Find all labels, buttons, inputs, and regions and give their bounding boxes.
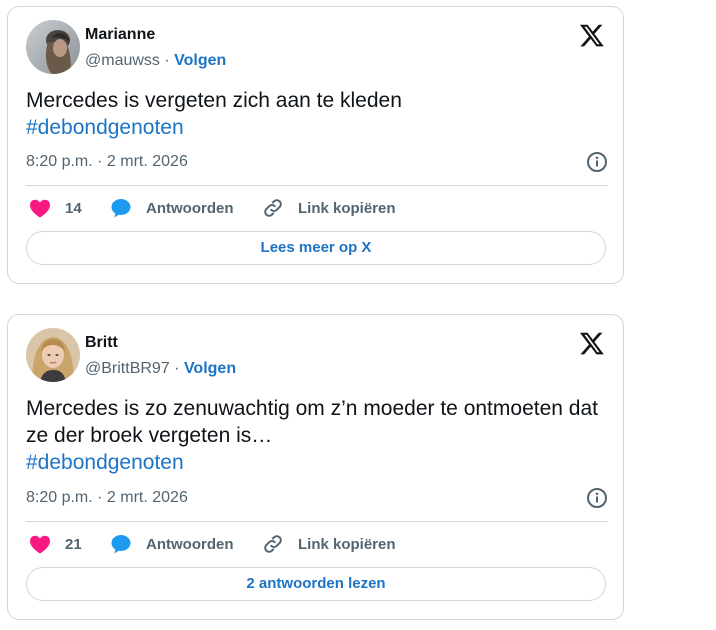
tweet-body: Mercedes is vergeten zich aan te kleden (26, 89, 402, 112)
like-count: 14 (65, 199, 82, 217)
reply-button[interactable]: Antwoorden (109, 195, 234, 221)
timestamp-link[interactable]: 8:20 p.m. · 2 mrt. 2026 (26, 489, 188, 507)
reply-label: Antwoorden (146, 199, 234, 217)
info-icon[interactable] (586, 487, 608, 509)
reply-button[interactable]: Antwoorden (109, 531, 234, 557)
action-bar: 21 Antwoorden Link kopiëren (26, 531, 608, 557)
tweet-body: Mercedes is zo zenuwachtig om z’n moeder… (26, 397, 598, 447)
copy-link-button[interactable]: Link kopiëren (261, 195, 396, 221)
tweet-text: Mercedes is vergeten zich aan te kleden … (26, 87, 616, 141)
tweet-meta: 8:20 p.m. · 2 mrt. 2026 (26, 487, 608, 509)
handle-separator: · (159, 52, 175, 69)
reply-bubble-icon (109, 196, 133, 220)
hashtag-link[interactable]: #debondgenoten (26, 449, 616, 476)
tweet-card: Marianne @mauwss · Volgen Mercedes is ve… (7, 6, 624, 284)
link-icon (261, 532, 285, 556)
heart-icon (28, 196, 52, 220)
x-logo-icon[interactable] (579, 22, 605, 48)
reply-bubble-icon (109, 532, 133, 556)
like-count: 21 (65, 535, 82, 553)
timestamp-link[interactable]: 8:20 p.m. · 2 mrt. 2026 (26, 153, 188, 171)
tweet-meta: 8:20 p.m. · 2 mrt. 2026 (26, 151, 608, 173)
author-handle-line: @mauwss · Volgen (85, 52, 226, 70)
x-logo-icon[interactable] (579, 330, 605, 356)
like-button[interactable]: 21 (28, 531, 82, 557)
action-bar: 14 Antwoorden Link kopiëren (26, 195, 608, 221)
link-icon (261, 196, 285, 220)
like-button[interactable]: 14 (28, 195, 82, 221)
follow-link[interactable]: Volgen (174, 52, 226, 69)
reply-label: Antwoorden (146, 535, 234, 553)
read-replies-button[interactable]: 2 antwoorden lezen (26, 567, 606, 601)
info-icon[interactable] (586, 151, 608, 173)
tweet-card: Britt @BrittBR97 · Volgen Mercedes is zo… (7, 314, 624, 620)
hashtag-link[interactable]: #debondgenoten (26, 114, 616, 141)
author-handle-line: @BrittBR97 · Volgen (85, 360, 236, 378)
divider (26, 521, 608, 522)
heart-icon (28, 532, 52, 556)
copy-link-button[interactable]: Link kopiëren (261, 531, 396, 557)
author-name[interactable]: Marianne (85, 26, 155, 44)
divider (26, 185, 608, 186)
avatar[interactable] (26, 20, 80, 74)
author-handle[interactable]: @mauwss (85, 52, 160, 69)
handle-separator: · (169, 360, 184, 377)
avatar[interactable] (26, 328, 80, 382)
author-handle[interactable]: @BrittBR97 (85, 360, 170, 377)
read-more-button[interactable]: Lees meer op X (26, 231, 606, 265)
author-name[interactable]: Britt (85, 334, 118, 352)
copy-link-label: Link kopiëren (298, 199, 396, 217)
tweet-text: Mercedes is zo zenuwachtig om z’n moeder… (26, 395, 616, 476)
copy-link-label: Link kopiëren (298, 535, 396, 553)
follow-link[interactable]: Volgen (184, 360, 236, 377)
